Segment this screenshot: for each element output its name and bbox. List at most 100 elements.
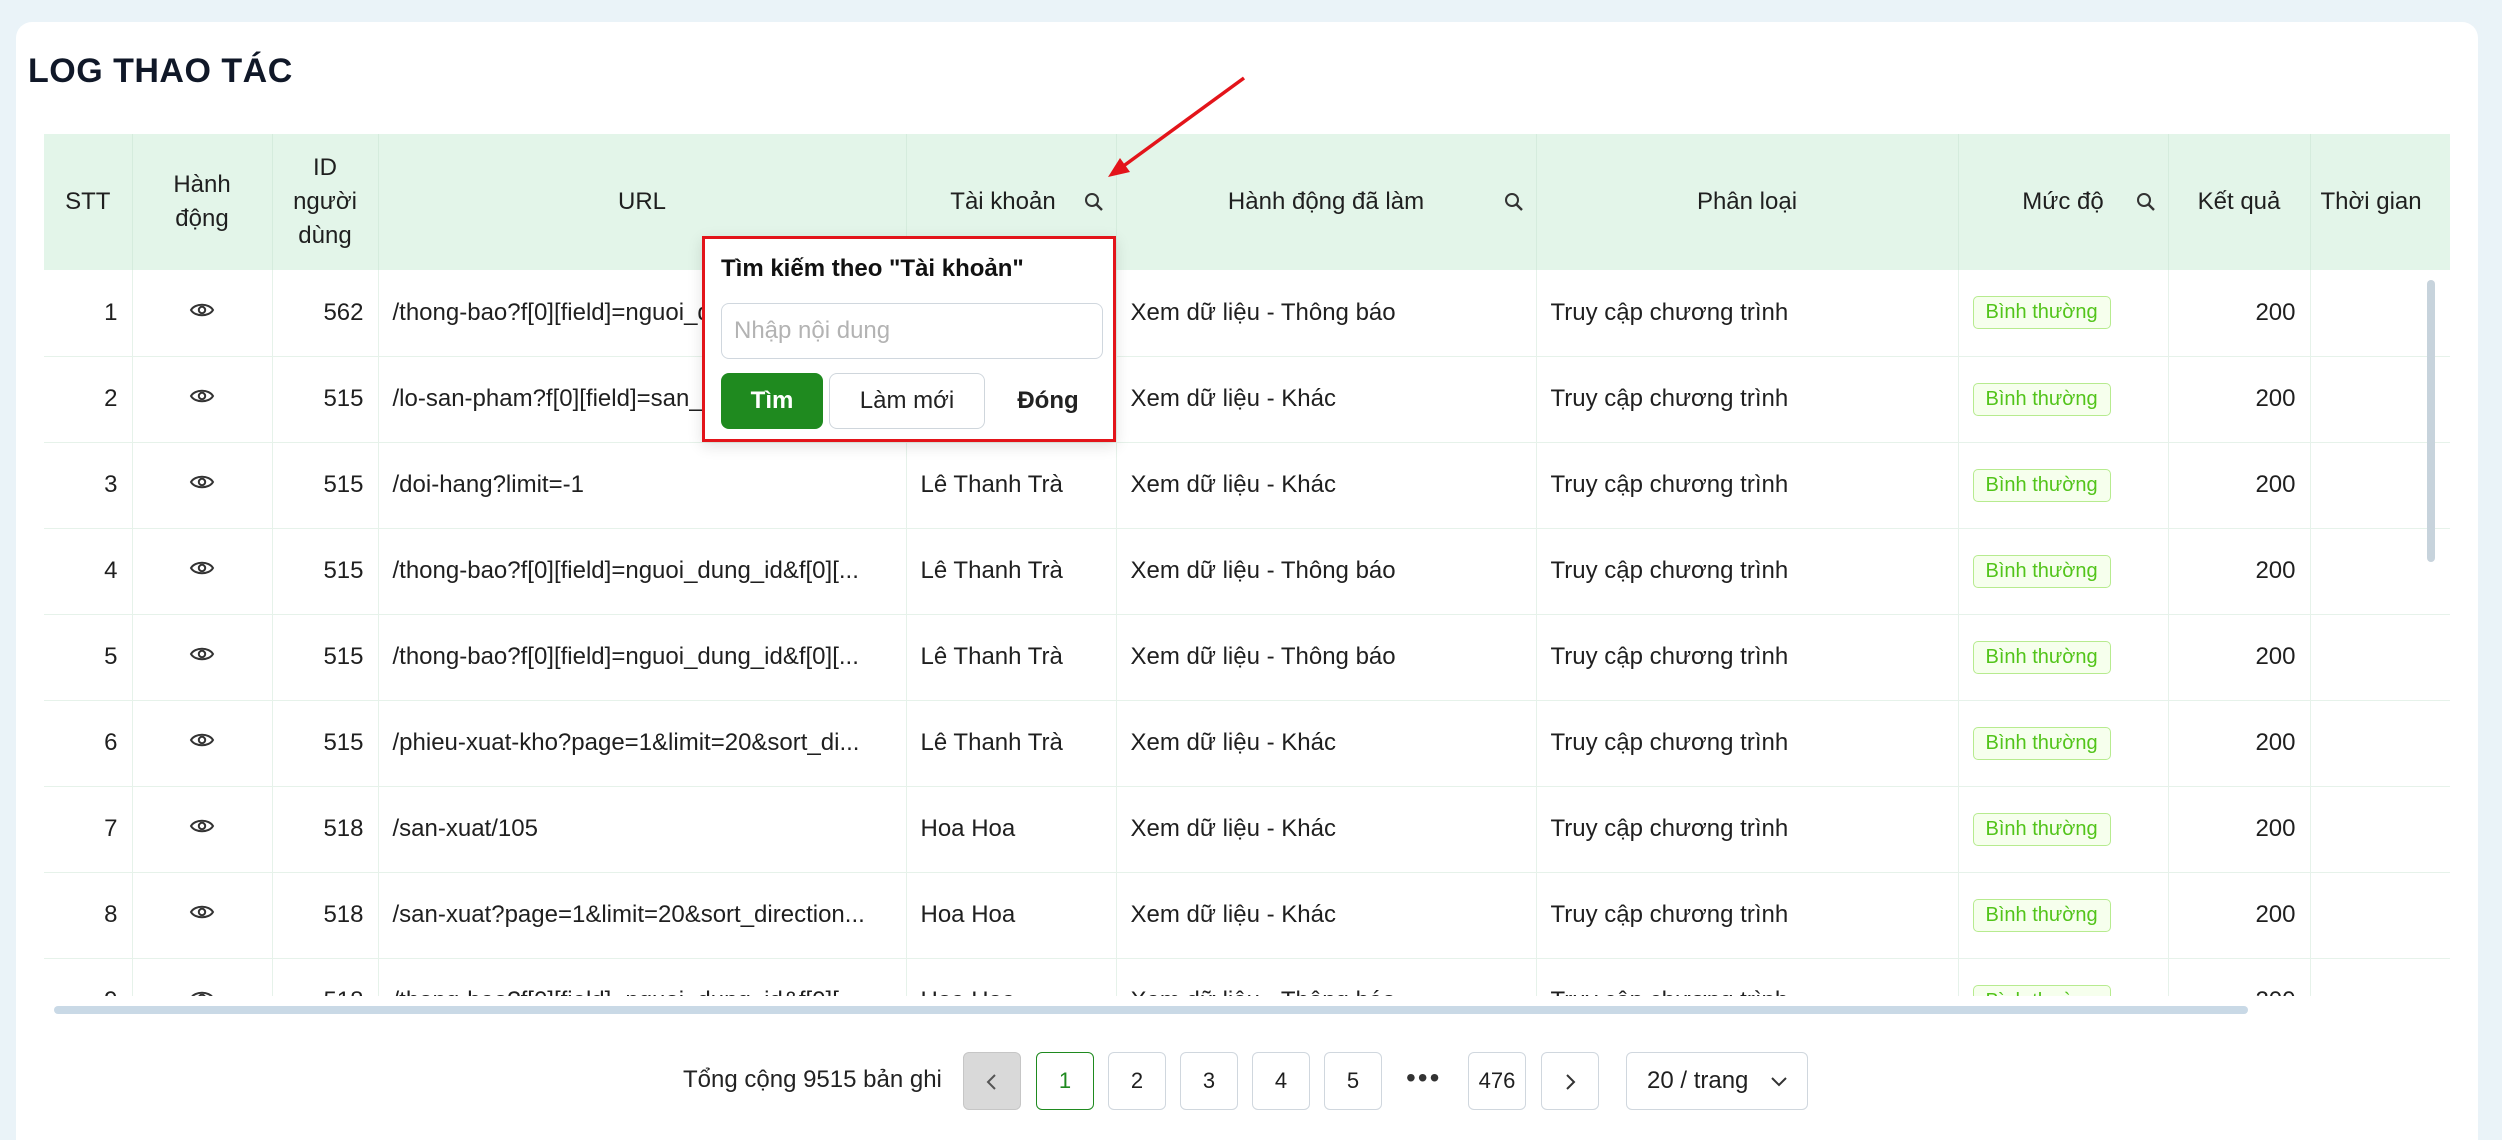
table-row: 3 515/doi-hang?limit=-1 Lê Thanh Trà Xem dữ… [44, 442, 2450, 529]
cell-user-id: 515 [272, 528, 379, 615]
col-stt: STT [44, 134, 133, 270]
cell-action-done: Xem dữ liệu - Khác [1116, 786, 1537, 873]
page-last[interactable]: 476 [1468, 1052, 1526, 1110]
search-icon[interactable] [2134, 190, 2158, 214]
table-row: 7 518/san-xuat/105 Hoa Hoa Xem dữ liệu - Kh… [44, 786, 2450, 873]
cell-time: 15/07, [2310, 614, 2450, 701]
cell-level: Bình thường [1958, 270, 2169, 357]
cell-stt: 5 [44, 614, 133, 701]
total-records: Tổng cộng 9515 bản ghi [683, 1066, 942, 1093]
next-page-button[interactable] [1541, 1052, 1599, 1110]
cell-user-id: 562 [272, 270, 379, 357]
cell-action-done: Xem dữ liệu - Khác [1116, 442, 1537, 529]
cell-view[interactable] [132, 958, 273, 996]
eye-icon[interactable] [189, 988, 215, 996]
cell-level: Bình thường [1958, 958, 2169, 996]
table-row: 1 562/thong-bao?f[0][field]=nguoi_dung_id… [44, 270, 2450, 357]
cell-time: 15/07, [2310, 958, 2450, 996]
cell-user-id: 515 [272, 356, 379, 443]
cell-view[interactable] [132, 872, 273, 959]
vertical-scrollbar[interactable] [2427, 280, 2435, 562]
cell-user-id: 518 [272, 872, 379, 959]
cell-level: Bình thường [1958, 872, 2169, 959]
search-icon[interactable] [1082, 190, 1106, 214]
col-action: Hành động [132, 134, 273, 270]
chevron-down-icon [1771, 1077, 1787, 1087]
search-icon[interactable] [1502, 190, 1526, 214]
cell-view[interactable] [132, 270, 273, 357]
col-time: Thời gian [2310, 134, 2450, 270]
cell-category: Truy cập chương trình [1536, 528, 1959, 615]
cell-stt: 1 [44, 270, 133, 357]
cell-level: Bình thường [1958, 786, 2169, 873]
cell-view[interactable] [132, 614, 273, 701]
page-2[interactable]: 2 [1108, 1052, 1166, 1110]
log-table: STT Hành động ID người dùng URL Tài khoản H… [44, 134, 2450, 996]
cell-stt: 4 [44, 528, 133, 615]
page-5[interactable]: 5 [1324, 1052, 1382, 1110]
cell-user-id: 518 [272, 958, 379, 996]
cell-view[interactable] [132, 356, 273, 443]
account-search-input[interactable] [721, 303, 1103, 359]
cell-level: Bình thường [1958, 528, 2169, 615]
cell-user-id: 515 [272, 614, 379, 701]
cell-action-done: Xem dữ liệu - Thông báo [1116, 958, 1537, 996]
col-user-id: ID người dùng [272, 134, 379, 270]
eye-icon[interactable] [189, 386, 215, 406]
cell-time: 15/07, [2310, 700, 2450, 787]
eye-icon[interactable] [189, 644, 215, 664]
cell-view[interactable] [132, 700, 273, 787]
status-badge: Bình thường [1972, 984, 2111, 996]
cell-category: Truy cập chương trình [1536, 700, 1959, 787]
reset-button[interactable]: Làm mới [829, 373, 985, 429]
page-3[interactable]: 3 [1180, 1052, 1238, 1110]
cell-category: Truy cập chương trình [1536, 356, 1959, 443]
status-badge: Bình thường [1972, 898, 2111, 932]
table-row: 5 515/thong-bao?f[0][field]=nguoi_dung_id… [44, 614, 2450, 701]
cell-view[interactable] [132, 442, 273, 529]
cell-action-done: Xem dữ liệu - Thông báo [1116, 528, 1537, 615]
status-badge: Bình thường [1972, 640, 2111, 674]
table-row: 8 518/san-xuat?page=1&limit=20&sort_direc… [44, 872, 2450, 959]
page-ellipsis[interactable]: ••• [1406, 1062, 1441, 1094]
search-button[interactable]: Tìm [721, 373, 823, 429]
cell-view[interactable] [132, 786, 273, 873]
cell-category: Truy cập chương trình [1536, 270, 1959, 357]
cell-action-done: Xem dữ liệu - Thông báo [1116, 270, 1537, 357]
table-row: 2 515/lo-san-pham?f[0][field]=san_pham_id… [44, 356, 2450, 443]
chevron-right-icon [1566, 1074, 1576, 1090]
cell-result: 200 [2168, 700, 2311, 787]
cell-level: Bình thường [1958, 700, 2169, 787]
status-badge: Bình thường [1972, 554, 2111, 588]
cell-stt: 2 [44, 356, 133, 443]
status-badge: Bình thường [1972, 812, 2111, 846]
page-1[interactable]: 1 [1036, 1052, 1094, 1110]
col-level: Mức độ [1958, 134, 2169, 270]
cell-url: /phieu-xuat-kho?page=1&limit=20&sort_di.… [378, 700, 907, 787]
cell-result: 200 [2168, 356, 2311, 443]
cell-stt: 3 [44, 442, 133, 529]
table-row: 6 515/phieu-xuat-kho?page=1&limit=20&sort… [44, 700, 2450, 787]
status-badge: Bình thường [1972, 296, 2111, 330]
eye-icon[interactable] [189, 816, 215, 836]
status-badge: Bình thường [1972, 468, 2111, 502]
close-button[interactable]: Đóng [993, 373, 1103, 429]
cell-action-done: Xem dữ liệu - Khác [1116, 872, 1537, 959]
prev-page-button[interactable] [963, 1052, 1021, 1110]
cell-url: /thong-bao?f[0][field]=nguoi_dung_id&f[0… [378, 614, 907, 701]
eye-icon[interactable] [189, 730, 215, 750]
horizontal-scrollbar[interactable] [54, 1006, 2248, 1014]
page-4[interactable]: 4 [1252, 1052, 1310, 1110]
cell-time: 15/07, [2310, 786, 2450, 873]
cell-url: /thong-bao?f[0][field]=nguoi_dung_id&f[0… [378, 528, 907, 615]
cell-account: Hoa Hoa [906, 958, 1117, 996]
cell-account: Lê Thanh Trà [906, 614, 1117, 701]
page-size-select[interactable]: 20 / trang [1626, 1052, 1808, 1110]
cell-user-id: 515 [272, 442, 379, 529]
eye-icon[interactable] [189, 558, 215, 578]
eye-icon[interactable] [189, 300, 215, 320]
eye-icon[interactable] [189, 902, 215, 922]
cell-account: Lê Thanh Trà [906, 528, 1117, 615]
eye-icon[interactable] [189, 472, 215, 492]
cell-view[interactable] [132, 528, 273, 615]
